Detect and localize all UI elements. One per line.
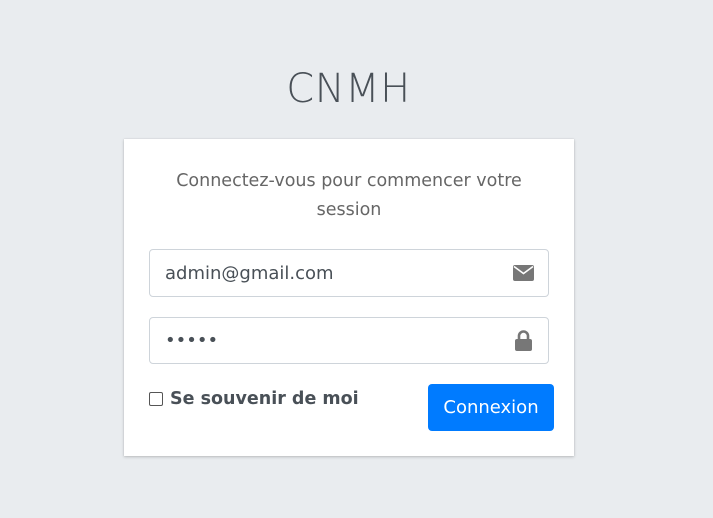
password-input-group bbox=[149, 317, 549, 364]
login-box-message: Connectez-vous pour commencer votre sess… bbox=[176, 171, 522, 220]
app-logo-title: CNMH bbox=[286, 66, 411, 112]
email-input[interactable] bbox=[150, 250, 500, 296]
email-input-group bbox=[149, 249, 549, 297]
remember-checkbox[interactable] bbox=[149, 392, 163, 406]
login-button[interactable]: Connexion bbox=[428, 384, 554, 431]
remember-label: Se souvenir de moi bbox=[170, 389, 359, 409]
login-card: Connectez-vous pour commencer votre sess… bbox=[124, 139, 574, 456]
envelope-icon bbox=[512, 262, 534, 284]
remember-me[interactable]: Se souvenir de moi bbox=[149, 389, 359, 409]
password-input[interactable] bbox=[150, 318, 500, 363]
lock-icon bbox=[512, 330, 534, 352]
